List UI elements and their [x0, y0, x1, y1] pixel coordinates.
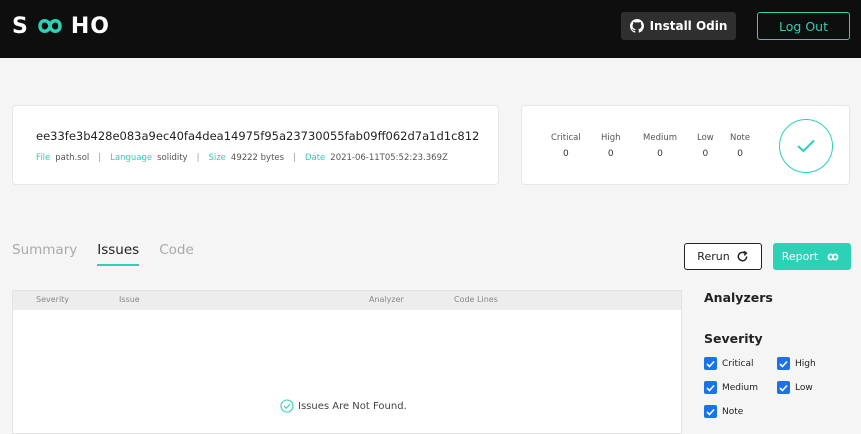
- severity-heading: Severity: [704, 331, 763, 346]
- column-header-severity[interactable]: Severity: [36, 295, 69, 304]
- severity-label: High: [601, 133, 621, 143]
- filter-label: Note: [722, 406, 744, 417]
- severity-count-low: Low 0: [697, 133, 714, 159]
- logo-text-right: HO: [70, 13, 110, 39]
- language-value: solidity: [157, 153, 188, 163]
- filter-high[interactable]: High: [777, 357, 816, 370]
- filter-label: Critical: [722, 358, 754, 369]
- checkmark-icon: [797, 139, 815, 153]
- filter-label: High: [795, 358, 816, 369]
- log-out-label: Log Out: [779, 18, 828, 34]
- filter-critical[interactable]: Critical: [704, 357, 753, 370]
- rerun-label: Rerun: [697, 250, 730, 263]
- checkbox-checked-icon[interactable]: [777, 357, 790, 370]
- date-value: 2021-06-11T05:52:23.369Z: [330, 153, 448, 163]
- date-key: Date: [304, 153, 326, 163]
- logo-text-left: S: [12, 13, 29, 39]
- empty-message: Issues Are Not Found.: [298, 400, 407, 412]
- severity-value: 0: [737, 149, 743, 159]
- file-name: path.sol: [55, 153, 90, 163]
- severity-count-high: High 0: [601, 133, 621, 159]
- rerun-button[interactable]: Rerun: [684, 243, 762, 270]
- infinity-icon: [827, 252, 839, 261]
- column-header-issue[interactable]: Issue: [119, 295, 140, 304]
- filter-label: Low: [795, 382, 813, 393]
- severity-summary-card: Critical 0 High 0 Medium 0 Low 0 Note 0: [521, 105, 850, 185]
- checkbox-checked-icon[interactable]: [777, 381, 790, 394]
- checkbox-checked-icon[interactable]: [704, 381, 717, 394]
- file-meta: File path.sol | Language solidity | Size…: [36, 153, 448, 163]
- file-key: File: [36, 153, 51, 163]
- size-value: 49222 bytes: [230, 153, 285, 163]
- file-info-card: ee33fe3b428e083a9ec40fa4dea14975f95a2373…: [12, 105, 499, 185]
- severity-value: 0: [657, 149, 663, 159]
- infinity-logo-icon: [38, 19, 62, 33]
- meta-divider: |: [98, 153, 102, 163]
- severity-count-critical: Critical 0: [551, 133, 581, 159]
- checkbox-checked-icon[interactable]: [704, 405, 717, 418]
- checkbox-checked-icon[interactable]: [704, 357, 717, 370]
- tab-issues[interactable]: Issues: [97, 242, 140, 266]
- severity-count-medium: Medium 0: [643, 133, 677, 159]
- severity-label: Medium: [643, 133, 677, 143]
- filter-medium[interactable]: Medium: [704, 381, 758, 394]
- tab-code[interactable]: Code: [159, 242, 194, 266]
- report-label: Report: [781, 250, 819, 263]
- filter-low[interactable]: Low: [777, 381, 813, 394]
- meta-divider: |: [196, 153, 200, 163]
- top-navigation-bar: S HO Install Odin Log Out: [0, 0, 861, 58]
- severity-label: Critical: [551, 133, 581, 143]
- filter-note[interactable]: Note: [704, 405, 743, 418]
- sooho-logo[interactable]: S HO: [12, 11, 110, 41]
- filter-label: Medium: [722, 382, 758, 393]
- install-odin-label: Install Odin: [649, 19, 728, 33]
- severity-count-note: Note 0: [730, 133, 750, 159]
- file-hash: ee33fe3b428e083a9ec40fa4dea14975f95a2373…: [36, 129, 480, 143]
- severity-label: Note: [730, 133, 751, 143]
- refresh-icon: [737, 250, 748, 262]
- column-header-analyzer[interactable]: Analyzer: [369, 295, 404, 304]
- log-out-button[interactable]: Log Out: [757, 12, 850, 40]
- github-icon: [629, 19, 644, 33]
- report-button[interactable]: Report: [773, 243, 851, 270]
- severity-value: 0: [702, 149, 709, 159]
- severity-value: 0: [607, 149, 614, 159]
- severity-label: Low: [697, 133, 714, 143]
- severity-value: 0: [563, 149, 569, 159]
- table-header: Severity Issue Analyzer Code Lines: [13, 291, 681, 310]
- column-header-code-lines[interactable]: Code Lines: [454, 295, 498, 304]
- tab-summary[interactable]: Summary: [12, 242, 77, 266]
- status-check-circle: [779, 119, 833, 173]
- analyzers-heading: Analyzers: [704, 290, 773, 305]
- empty-state: Issues Are Not Found.: [280, 399, 407, 413]
- result-tabs: Summary Issues Code: [12, 242, 214, 266]
- issues-table: Severity Issue Analyzer Code Lines Issue…: [12, 290, 682, 434]
- language-key: Language: [110, 153, 153, 163]
- check-circle-icon: [280, 399, 294, 413]
- install-odin-button[interactable]: Install Odin: [621, 12, 736, 40]
- size-key: Size: [208, 153, 226, 163]
- meta-divider: |: [293, 153, 296, 163]
